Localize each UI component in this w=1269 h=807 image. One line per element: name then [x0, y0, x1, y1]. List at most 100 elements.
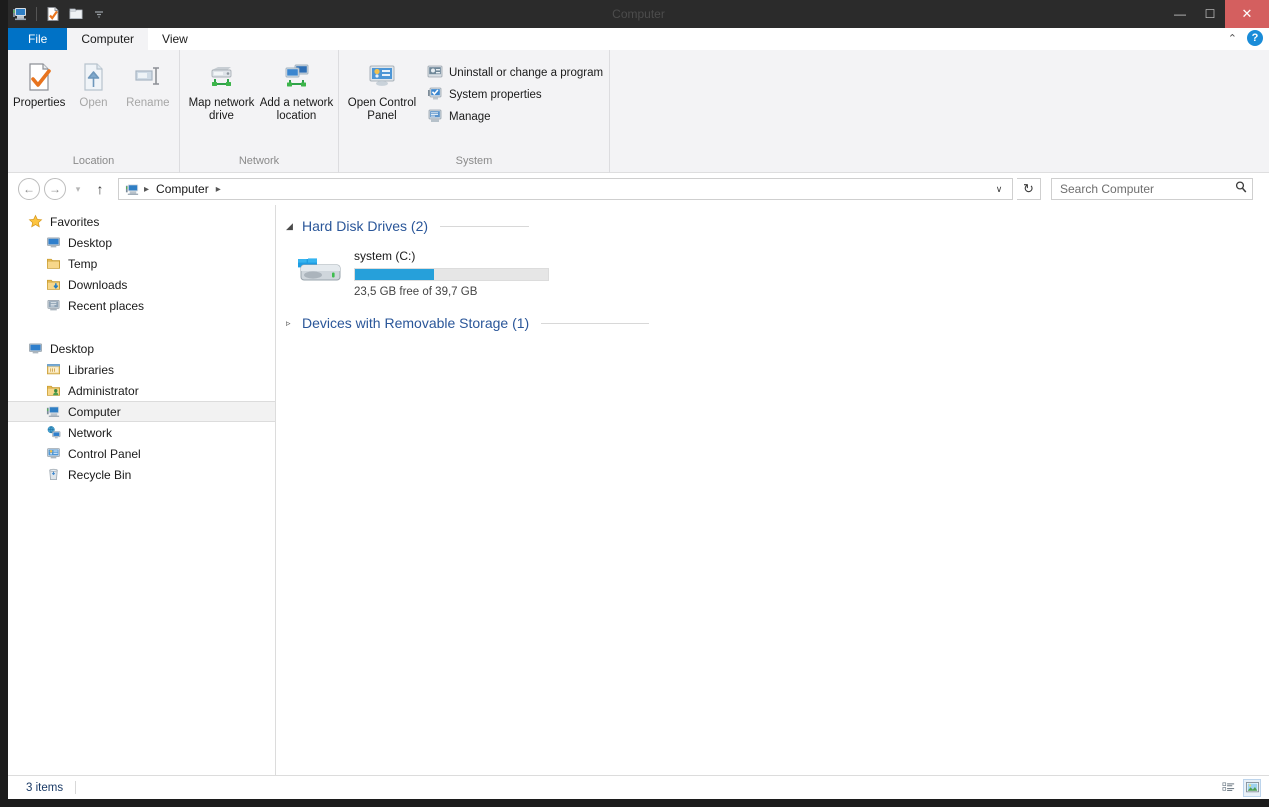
group-header-hard-disk-drives[interactable]: ◢ Hard Disk Drives (2) [286, 215, 1269, 237]
sidebar-item-recent-places[interactable]: Recent places [8, 295, 275, 316]
drive-item-system-c[interactable]: system (C:) 23,5 GB free of 39,7 GB [286, 241, 1269, 298]
title-bar: Computer — ☐ ✕ [8, 0, 1269, 28]
sidebar-item-administrator[interactable]: Administrator [8, 380, 275, 401]
sidebar-item-label-recent-places: Recent places [68, 298, 145, 313]
view-mode-buttons [1219, 778, 1261, 797]
quick-access-toolbar [8, 0, 109, 28]
map-network-drive-button[interactable]: Map network drive [184, 56, 259, 128]
address-dropdown-icon[interactable]: ∨ [990, 184, 1008, 195]
collapse-ribbon-icon[interactable]: ⌃ [1228, 32, 1237, 45]
maximize-button[interactable]: ☐ [1195, 0, 1225, 28]
group-rule-removable [541, 322, 649, 324]
manage-label: Manage [449, 111, 491, 123]
rename-label: Rename [126, 97, 170, 109]
ribbon-group-label-network: Network [238, 155, 280, 167]
expand-triangle-icon[interactable]: ◢ [286, 221, 296, 232]
computer-icon[interactable] [10, 4, 30, 24]
close-button[interactable]: ✕ [1225, 0, 1269, 28]
recent-locations-icon[interactable]: ▾ [70, 184, 86, 195]
sidebar-item-recycle-bin[interactable]: Recycle Bin [8, 464, 275, 485]
breadcrumb-separator: ▸ [144, 183, 150, 195]
add-network-location-button[interactable]: Add a network location [259, 56, 334, 128]
group-title-hard-disk-drives: Hard Disk Drives (2) [302, 218, 429, 234]
rename-button[interactable]: Rename [121, 56, 175, 128]
ribbon-group-system: Open Control Panel Uninstall or change a… [339, 50, 610, 173]
map-network-drive-icon [206, 60, 238, 94]
group-header-removable-storage[interactable]: ▹ Devices with Removable Storage (1) [286, 312, 1269, 334]
sidebar-item-label-temp: Temp [68, 256, 98, 271]
open-button[interactable]: Open [66, 56, 120, 128]
tab-file[interactable]: File [8, 28, 68, 50]
uninstall-program-label: Uninstall or change a program [449, 67, 604, 79]
drive-capacity-bar [354, 268, 549, 281]
forward-button[interactable]: → [44, 178, 66, 200]
sidebar-item-label-administrator: Administrator [68, 383, 139, 398]
sidebar-item-computer[interactable]: Computer [8, 401, 275, 422]
sidebar-item-libraries[interactable]: Libraries [8, 359, 275, 380]
ribbon-tab-strip: File Computer View [8, 28, 1269, 50]
breadcrumb[interactable]: ▸ Computer ▸ ∨ [118, 178, 1013, 200]
window-title: Computer [612, 7, 665, 21]
breadcrumb-item-computer[interactable]: Computer [152, 182, 213, 196]
drive-free-space-text: 23,5 GB free of 39,7 GB [354, 286, 478, 298]
file-list-view[interactable]: ◢ Hard Disk Drives (2) system (C:) 23,5 … [276, 205, 1269, 775]
computer-icon [123, 182, 141, 197]
rename-icon [132, 60, 164, 94]
group-title-removable-storage: Devices with Removable Storage (1) [302, 315, 530, 331]
sidebar-item-label-downloads: Downloads [68, 277, 128, 292]
properties-icon[interactable] [43, 4, 63, 24]
large-icons-view-button[interactable] [1243, 778, 1261, 797]
status-bar: 3 items [8, 775, 1269, 799]
help-icon[interactable]: ? [1247, 30, 1263, 46]
toolbar-separator [36, 7, 37, 21]
sidebar-item-label-libraries: Libraries [68, 362, 115, 377]
control-panel-icon [44, 446, 62, 461]
chevron-down-icon[interactable] [89, 4, 109, 24]
explorer-body: Favorites Desktop Temp Downloads Recent … [8, 205, 1269, 775]
open-control-panel-button[interactable]: Open Control Panel [343, 56, 421, 128]
search-icon[interactable] [1234, 180, 1248, 199]
system-small-buttons: Uninstall or change a program System pro… [421, 56, 603, 126]
sidebar-item-label-network: Network [68, 425, 113, 440]
uninstall-program-button[interactable]: Uninstall or change a program [427, 64, 603, 82]
tab-view[interactable]: View [148, 28, 202, 50]
up-button[interactable]: ↑ [90, 178, 110, 200]
sidebar-item-temp[interactable]: Temp [8, 253, 275, 274]
drive-label-system-c: system (C:) [354, 249, 416, 263]
system-properties-button[interactable]: System properties [427, 86, 603, 104]
sidebar-item-network[interactable]: Network [8, 422, 275, 443]
search-placeholder: Search Computer [1060, 182, 1155, 196]
drive-info: system (C:) 23,5 GB free of 39,7 GB [354, 245, 549, 298]
search-input[interactable]: Search Computer [1051, 178, 1253, 200]
folder-icon[interactable] [66, 4, 86, 24]
breadcrumb-separator-end[interactable]: ▸ [213, 184, 224, 195]
ribbon-group-network: Map network drive Add a network location… [180, 50, 339, 173]
desktop-icon [26, 341, 44, 356]
sidebar-item-desktop[interactable]: Desktop [8, 232, 275, 253]
libraries-icon [44, 362, 62, 377]
sidebar-item-control-panel[interactable]: Control Panel [8, 443, 275, 464]
collapse-triangle-icon[interactable]: ▹ [286, 318, 296, 329]
properties-button[interactable]: Properties [12, 56, 66, 128]
group-rule [440, 225, 529, 227]
control-panel-icon [366, 60, 398, 94]
details-view-button[interactable] [1219, 779, 1237, 797]
windows-drive-icon [296, 245, 344, 298]
back-button[interactable]: ← [18, 178, 40, 200]
minimize-button[interactable]: — [1165, 0, 1195, 28]
tab-computer[interactable]: Computer [67, 28, 149, 50]
downloads-folder-icon [44, 277, 62, 292]
sidebar-section-label-favorites: Favorites [50, 214, 100, 229]
open-label: Open [79, 97, 108, 109]
ribbon-group-label-system: System [455, 155, 493, 167]
sidebar-item-downloads[interactable]: Downloads [8, 274, 275, 295]
sidebar-section-favorites[interactable]: Favorites [8, 211, 275, 232]
sidebar-section-label-desktop: Desktop [50, 341, 95, 356]
ribbon-filler [610, 50, 1269, 172]
refresh-button[interactable]: ↻ [1017, 178, 1041, 200]
sidebar-section-desktop[interactable]: Desktop [8, 338, 275, 359]
manage-button[interactable]: Manage [427, 108, 603, 126]
desktop-background: Computer — ☐ ✕ File Computer View ⌃ ? Pr… [0, 0, 1269, 807]
uninstall-program-icon [427, 64, 443, 83]
